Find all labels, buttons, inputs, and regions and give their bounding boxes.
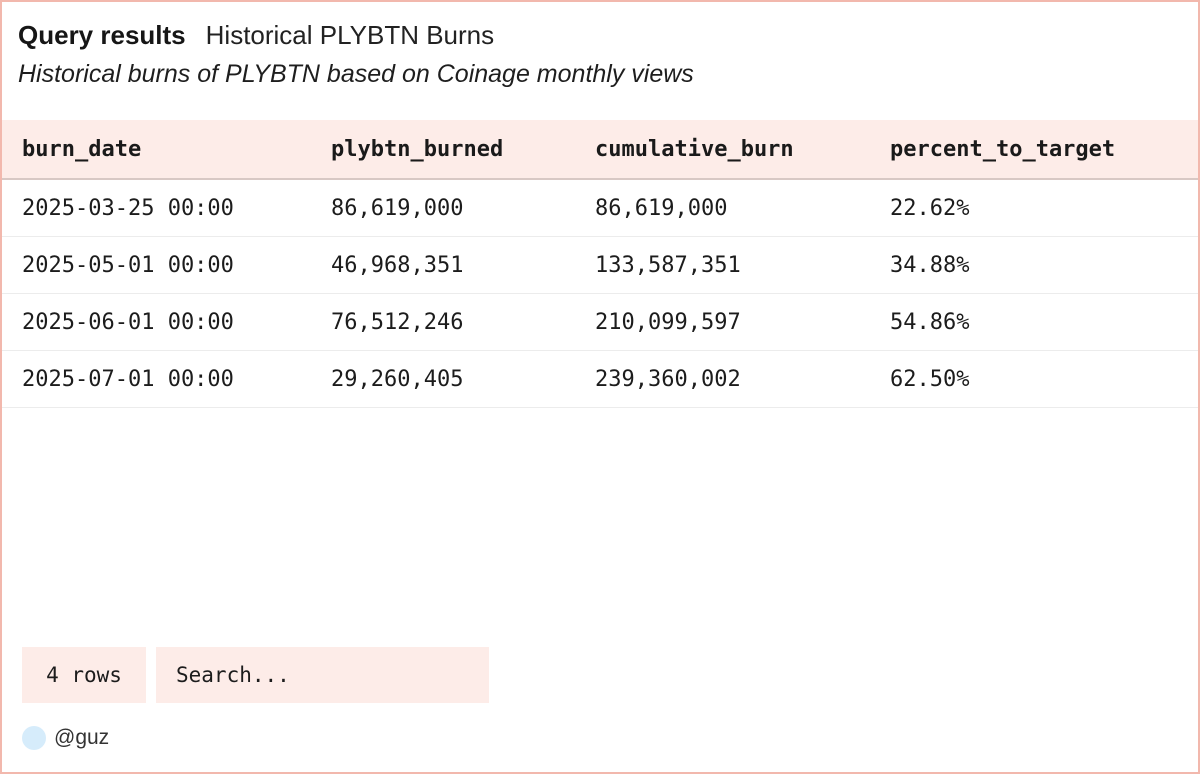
title-row: Query results Historical PLYBTN Burns: [18, 20, 1182, 54]
avatar: [22, 726, 46, 750]
query-title: Historical PLYBTN Burns: [205, 20, 495, 50]
table-row: 2025-07-01 00:00 29,260,405 239,360,002 …: [2, 351, 1198, 408]
cell-plybtn-burned: 46,968,351: [331, 252, 464, 278]
cell-burn-date: 2025-03-25 00:00: [22, 195, 234, 221]
table-row: 2025-05-01 00:00 46,968,351 133,587,351 …: [2, 237, 1198, 294]
header: Query results Historical PLYBTN Burns Hi…: [18, 20, 1182, 89]
results-table: burn_date plybtn_burned cumulative_burn …: [2, 120, 1198, 408]
search-input[interactable]: [156, 647, 489, 703]
table-footer: 4 rows: [22, 647, 489, 703]
author-handle[interactable]: @guz: [54, 726, 109, 750]
cell-plybtn-burned: 86,619,000: [331, 195, 464, 221]
cell-percent-to-target: 34.88%: [890, 252, 970, 278]
cell-cumulative-burn: 210,099,597: [595, 309, 741, 335]
cell-cumulative-burn: 239,360,002: [595, 366, 741, 392]
table-row: 2025-03-25 00:00 86,619,000 86,619,000 2…: [2, 180, 1198, 237]
cell-burn-date: 2025-06-01 00:00: [22, 309, 234, 335]
header-label: Query results: [18, 20, 186, 50]
column-header-percent-to-target[interactable]: percent_to_target: [872, 137, 1198, 162]
cell-plybtn-burned: 29,260,405: [331, 366, 464, 392]
column-header-plybtn-burned[interactable]: plybtn_burned: [315, 137, 577, 162]
cell-percent-to-target: 62.50%: [890, 366, 970, 392]
cell-burn-date: 2025-05-01 00:00: [22, 252, 234, 278]
cell-cumulative-burn: 133,587,351: [595, 252, 741, 278]
table-row: 2025-06-01 00:00 76,512,246 210,099,597 …: [2, 294, 1198, 351]
table-header: burn_date plybtn_burned cumulative_burn …: [2, 120, 1198, 180]
cell-burn-date: 2025-07-01 00:00: [22, 366, 234, 392]
cell-plybtn-burned: 76,512,246: [331, 309, 464, 335]
cell-percent-to-target: 22.62%: [890, 195, 970, 221]
cell-percent-to-target: 54.86%: [890, 309, 970, 335]
query-description: Historical burns of PLYBTN based on Coin…: [18, 60, 694, 88]
author[interactable]: @guz: [22, 726, 109, 750]
column-header-burn-date[interactable]: burn_date: [2, 137, 315, 162]
cell-cumulative-burn: 86,619,000: [595, 195, 728, 221]
row-count-badge: 4 rows: [22, 647, 146, 703]
column-header-cumulative-burn[interactable]: cumulative_burn: [577, 137, 872, 162]
query-results-panel: Query results Historical PLYBTN Burns Hi…: [0, 0, 1200, 774]
